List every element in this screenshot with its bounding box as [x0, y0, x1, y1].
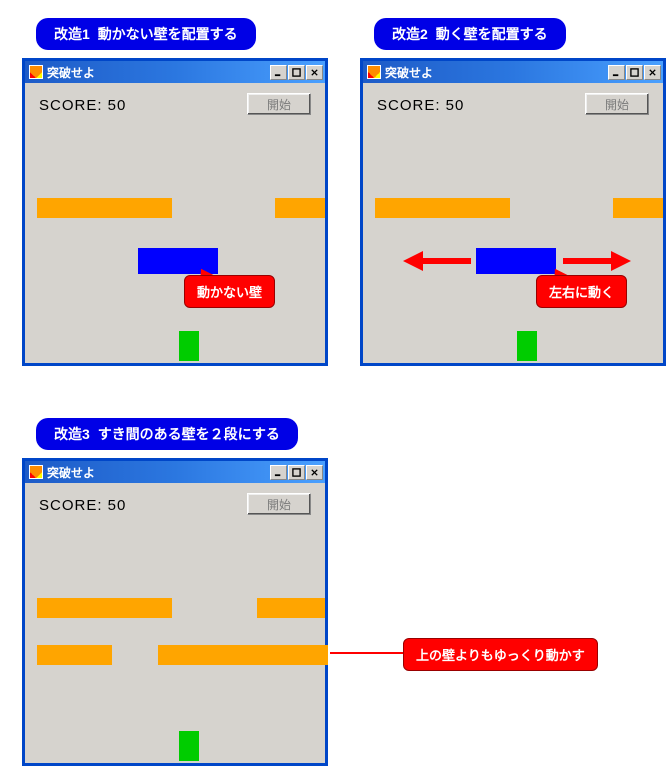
section-1: 改造1 動かない壁を配置する — [36, 18, 256, 50]
maximize-button[interactable] — [288, 65, 305, 80]
app-icon — [29, 65, 43, 79]
window-title-3: 突破せよ — [47, 464, 269, 481]
game-window-1: 突破せよ SCORE: 50 開始 — [22, 58, 328, 366]
maximize-button[interactable] — [288, 465, 305, 480]
game-window-2: 突破せよ SCORE: 50 開始 — [360, 58, 666, 366]
orange-wall-r1-left — [37, 598, 172, 618]
orange-wall-left-2 — [375, 198, 510, 218]
heading-1-text: 動かない壁を配置する — [98, 26, 238, 42]
titlebar-1: 突破せよ — [25, 61, 325, 83]
heading-1: 改造1 動かない壁を配置する — [36, 18, 256, 50]
heading-2-number: 改造2 — [392, 26, 428, 42]
section-3: 改造3 すき間のある壁を２段にする — [36, 418, 298, 450]
heading-2-text: 動く壁を配置する — [436, 26, 548, 42]
minimize-button[interactable] — [270, 465, 287, 480]
score-text-3: SCORE: 50 — [39, 497, 126, 514]
close-button[interactable] — [306, 465, 323, 480]
maximize-button[interactable] — [626, 65, 643, 80]
player-2 — [517, 331, 537, 361]
start-button-2[interactable]: 開始 — [585, 93, 649, 115]
left-arrow-icon — [403, 251, 471, 271]
heading-3-number: 改造3 — [54, 426, 90, 442]
game-area-3: SCORE: 50 開始 — [25, 483, 325, 763]
callout-3: 上の壁よりもゆっくり動かす — [403, 638, 598, 671]
orange-wall-r2-left — [37, 645, 112, 665]
window-title-1: 突破せよ — [47, 64, 269, 81]
app-icon — [367, 65, 381, 79]
game-area-1: SCORE: 50 開始 — [25, 83, 325, 363]
heading-3-text: すき間のある壁を２段にする — [98, 426, 280, 442]
blue-wall-2 — [476, 248, 556, 274]
heading-1-number: 改造1 — [54, 26, 90, 42]
game-window-3: 突破せよ SCORE: 50 開始 — [22, 458, 328, 766]
orange-wall-right-1 — [275, 198, 325, 218]
orange-wall-right-2 — [613, 198, 663, 218]
right-arrow-icon — [563, 251, 631, 271]
heading-2: 改造2 動く壁を配置する — [374, 18, 566, 50]
orange-wall-left-1 — [37, 198, 172, 218]
titlebar-2: 突破せよ — [363, 61, 663, 83]
callout-1: 動かない壁 — [184, 275, 275, 308]
minimize-button[interactable] — [608, 65, 625, 80]
score-text-2: SCORE: 50 — [377, 97, 464, 114]
player-3 — [179, 731, 199, 761]
player-1 — [179, 331, 199, 361]
callout-2: 左右に動く — [536, 275, 627, 308]
orange-wall-r1-right — [257, 598, 325, 618]
callout-3-line — [330, 652, 404, 654]
start-button-3[interactable]: 開始 — [247, 493, 311, 515]
score-text-1: SCORE: 50 — [39, 97, 126, 114]
start-button-1[interactable]: 開始 — [247, 93, 311, 115]
titlebar-3: 突破せよ — [25, 461, 325, 483]
orange-wall-r2-right — [158, 645, 328, 665]
close-button[interactable] — [306, 65, 323, 80]
game-area-2: SCORE: 50 開始 — [363, 83, 663, 363]
app-icon — [29, 465, 43, 479]
heading-3: 改造3 すき間のある壁を２段にする — [36, 418, 298, 450]
window-title-2: 突破せよ — [385, 64, 607, 81]
close-button[interactable] — [644, 65, 661, 80]
minimize-button[interactable] — [270, 65, 287, 80]
section-2: 改造2 動く壁を配置する — [374, 18, 566, 50]
